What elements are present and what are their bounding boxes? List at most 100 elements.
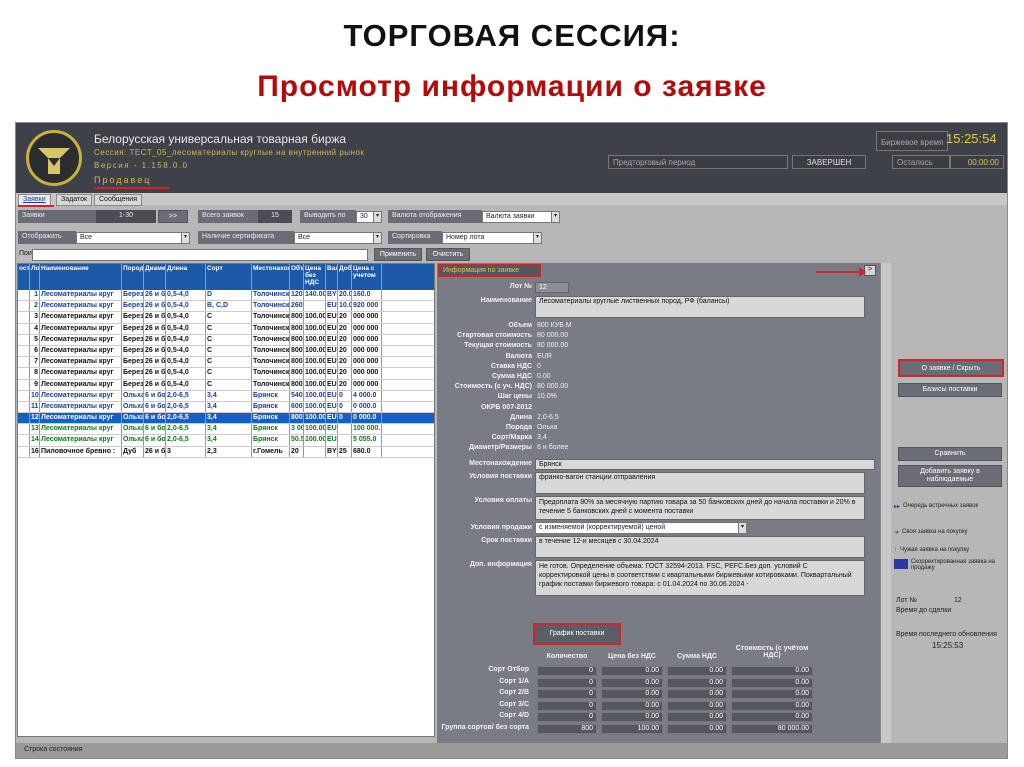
table-cell: 20 <box>338 323 352 334</box>
table-cell: 260 <box>290 301 304 312</box>
slide-title: ТОРГОВАЯ СЕССИЯ: <box>343 18 681 53</box>
app-window: Белорусская универсальная товарная биржа… <box>15 122 1008 759</box>
table-row[interactable]: 13 Лесоматериалы круг Ольха 6 и бо 2,0-6,5 3,… <box>18 424 434 436</box>
tab-deposit[interactable]: Задаток <box>56 194 93 206</box>
tab-messages[interactable]: Сообщения <box>94 194 142 206</box>
table-cell <box>18 368 30 379</box>
table-row[interactable]: 12 Лесоматериалы круг Ольха 6 и бо 2,0-6,5 3,… <box>18 413 434 425</box>
table-cell: C <box>206 368 252 379</box>
column-header[interactable]: Длина <box>166 264 206 290</box>
pointer-arrow <box>816 267 866 277</box>
column-header[interactable]: Диаметр <box>144 264 166 290</box>
table-cell: 100.00 <box>304 435 326 446</box>
table-cell: Лесоматериалы круг <box>40 401 122 413</box>
table-cell: Пиловочное бревно : <box>40 446 122 457</box>
orders-range: 1-30 <box>96 210 156 223</box>
field-label: Объем <box>508 322 532 329</box>
tab-highlight <box>18 205 54 207</box>
table-cell <box>18 435 30 446</box>
table-cell <box>18 323 30 334</box>
schedule-header: Сумма НДС <box>676 653 718 660</box>
schedule-cell: 0.00 <box>667 677 727 688</box>
table-row[interactable]: 16 Пиловочное бревно : Дуб 26 и б 3 2,3 г.Гоме… <box>18 446 434 458</box>
dropdown-arrow-icon: ▾ <box>373 212 381 222</box>
field-value: Ольха <box>537 424 558 431</box>
sort-select[interactable]: Номер лота ▾ <box>442 232 542 244</box>
compare-button[interactable]: Сравнить <box>898 447 1002 461</box>
column-header[interactable]: Валюта <box>326 264 338 290</box>
schedule-row-label: Группа сортов/ без сорта <box>441 723 529 731</box>
table-cell: Толочинский <box>252 345 290 357</box>
table-cell: C <box>206 323 252 334</box>
column-header[interactable]: Добавочный <box>338 264 352 290</box>
table-row[interactable]: 2 Лесоматериалы круг Берез 26 и б 0,5-4,0 B, … <box>18 301 434 313</box>
schedule-cell: 80 000.00 <box>731 723 813 734</box>
delivery-schedule-button[interactable]: График поставки <box>533 623 621 645</box>
watch-button[interactable]: Добавить заявку в наблюдаемые <box>898 465 1002 487</box>
sale-value: с изменяемой (корректируемой) ценой <box>539 524 666 531</box>
field-label: Шаг цены <box>497 393 532 401</box>
column-header[interactable]: Наименование <box>40 264 122 290</box>
table-cell: 10 <box>30 390 40 401</box>
right-lot-label: Лот № <box>896 597 917 604</box>
column-header[interactable]: Цена без НДС <box>304 264 326 290</box>
table-row[interactable]: 10 Лесоматериалы круг Ольха 6 и бо 2,0-6,5 3,… <box>18 390 434 402</box>
column-header[interactable]: Сорт <box>206 264 252 290</box>
table-cell: 100.00 <box>304 368 326 379</box>
table-cell: 26 и б <box>144 334 166 345</box>
schedule-cell: 0.00 <box>731 712 813 722</box>
clear-button[interactable]: Очистить <box>426 248 470 261</box>
session-name: Сессия: ТЕСТ_05_лесоматериалы круглые на… <box>94 148 365 157</box>
table-cell: 20 <box>338 379 352 390</box>
schedule-row-label: Сорт 1/A <box>499 677 529 685</box>
table-cell <box>18 401 30 413</box>
column-header[interactable]: Порода <box>122 264 144 290</box>
table-cell: 0 000.0 <box>352 413 382 424</box>
next-page-button[interactable]: >> <box>158 210 188 223</box>
table-row[interactable]: 6 Лесоматериалы круг Берез 26 и б 0,5-4,0 C То… <box>18 345 434 358</box>
table-cell: EUR <box>326 345 338 357</box>
bases-button[interactable]: Базисы поставки <box>898 383 1002 397</box>
table-row[interactable]: 14 Лесоматериалы круг Ольха 6 и бо 2,0-6,5 3,… <box>18 435 434 447</box>
table-cell: Лесоматериалы круг <box>40 413 122 424</box>
table-row[interactable]: 7 Лесоматериалы круг Берез 26 и б 0,5-4,0 C То… <box>18 357 434 369</box>
table-row[interactable]: 8 Лесоматериалы круг Берез 26 и б 0,5-4,0 C То… <box>18 368 434 380</box>
column-header[interactable]: Цена с учетом <box>352 264 382 290</box>
table-row[interactable]: 9 Лесоматериалы круг Берез 26 и б 0,5-4,0 C То… <box>18 379 434 391</box>
per-page-select[interactable]: 30 ▾ <box>356 211 382 223</box>
cert-select[interactable]: Все ▾ <box>294 232 382 244</box>
column-header[interactable]: ост <box>18 264 30 290</box>
toggle-info-button[interactable]: О заявке / Скрыть <box>898 359 1004 377</box>
currency-select[interactable]: Валюта заявки ▾ <box>482 211 560 223</box>
last-update-value: 15:25:53 <box>932 641 964 650</box>
table-cell: Берез <box>122 368 144 379</box>
table-row[interactable]: 11 Лесоматериалы круг Ольха 6 и бо 2,0-6,5 3,… <box>18 401 434 414</box>
table-cell: 4 <box>30 323 40 334</box>
table-row[interactable]: 3 Лесоматериалы круг Берез 26 и б 0,5-4,0 C То… <box>18 312 434 324</box>
sale-select[interactable]: с изменяемой (корректируемой) ценой ▾ <box>535 522 747 534</box>
table-cell <box>304 446 326 457</box>
table-cell <box>18 390 30 401</box>
table-cell: C <box>206 334 252 345</box>
info-scrollbar[interactable] <box>880 263 891 743</box>
schedule-cell: 0.00 <box>731 689 813 699</box>
table-row[interactable]: 1 Лесоматериалы круг Берез 26 и б 0,5-4,0 D То… <box>18 290 434 302</box>
search-input[interactable] <box>32 249 368 261</box>
schedule-cell: 0.00 <box>601 689 663 699</box>
field-label: Стоимость (с уч. НДС) <box>454 383 532 391</box>
apply-button[interactable]: Применить <box>374 248 422 261</box>
show-select[interactable]: Все ▾ <box>76 232 190 244</box>
column-header[interactable]: Местонахождение <box>252 264 290 290</box>
table-cell: 000 000 <box>352 334 382 345</box>
table-cell: 000 000 <box>352 323 382 334</box>
table-cell: Лесоматериалы круг <box>40 357 122 368</box>
column-header[interactable]: Объем <box>290 264 304 290</box>
table-cell <box>18 379 30 390</box>
column-header[interactable]: Лот <box>30 264 40 290</box>
table-cell: Брянск <box>252 390 290 401</box>
table-row[interactable]: 5 Лесоматериалы круг Берез 26 и б 0,5-4,0 C То… <box>18 334 434 346</box>
field-value: 6 и более <box>537 444 569 452</box>
table-row[interactable]: 4 Лесоматериалы круг Берез 26 и б 0,5-4,0 C То… <box>18 323 434 335</box>
table-cell: Толочинский <box>252 334 290 345</box>
user-role: Продавец <box>94 175 152 185</box>
